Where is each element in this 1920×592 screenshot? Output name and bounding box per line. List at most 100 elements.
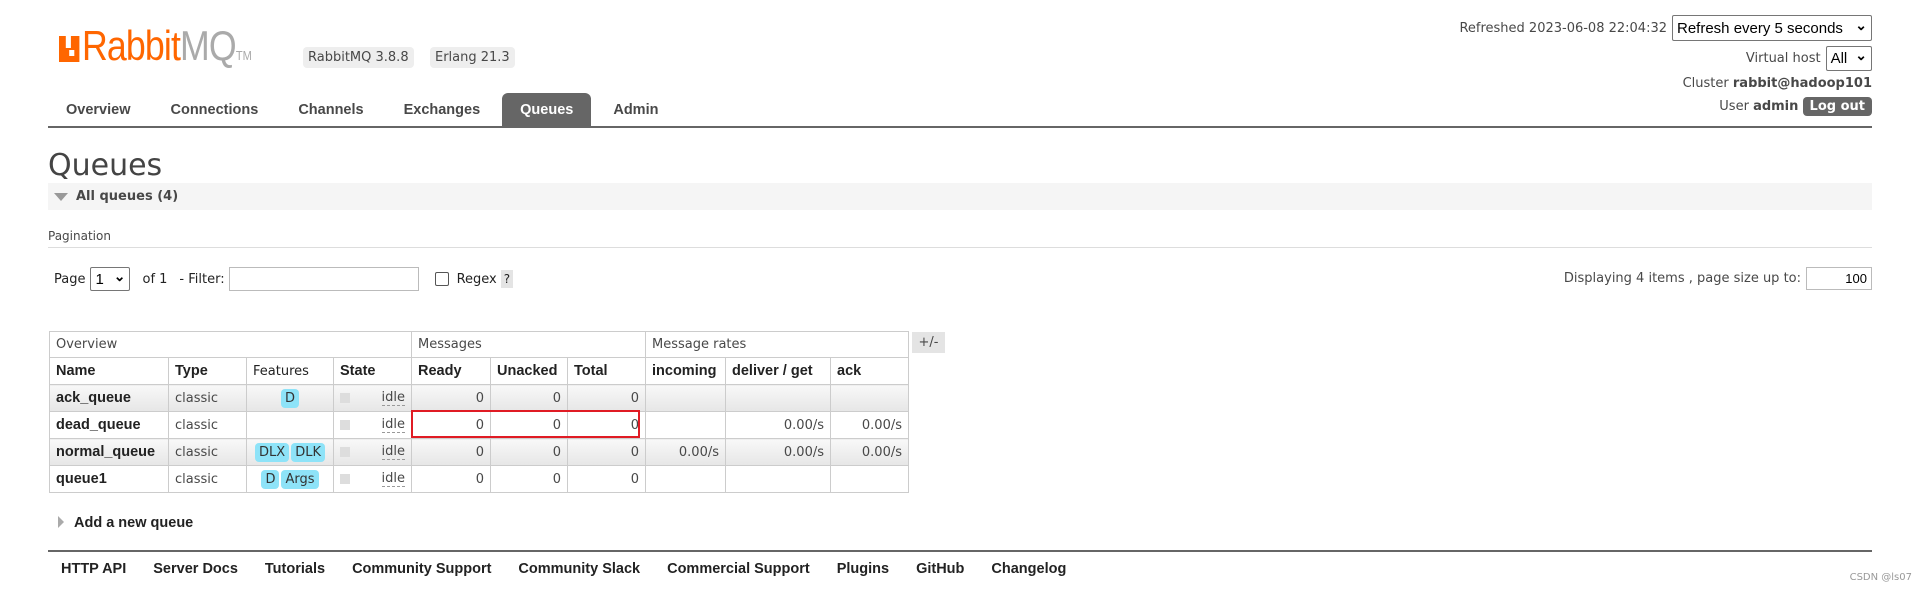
section-title: All queues (4) [76,189,179,204]
state-label: idle [381,390,405,406]
collapse-triangle-icon [54,193,68,201]
regex-checkbox[interactable] [434,272,449,286]
pagination-divider [48,247,1872,248]
queue-name-link[interactable]: queue1 [49,465,169,493]
add-queue-toggle[interactable]: Add a new queue [58,515,193,531]
footer-link[interactable]: Community Support [352,561,491,577]
queue-features [246,411,334,439]
total-count: 0 [567,465,646,493]
nav-divider [48,126,1872,128]
col-type[interactable]: Type [168,357,247,385]
unacked-count: 0 [490,465,568,493]
unacked-count: 0 [490,384,568,412]
regex-help-button[interactable]: ? [500,270,514,288]
state-label: idle [381,471,405,487]
state-indicator-icon [340,393,350,403]
all-queues-section-toggle[interactable]: All queues (4) [48,183,1872,210]
tab-queues[interactable]: Queues [502,93,592,126]
queue-type: classic [168,465,247,493]
table-row[interactable]: normal_queue classic DLX DLK idle 0 0 0 0… [49,438,909,466]
col-total[interactable]: Total [567,357,646,385]
col-name[interactable]: Name [49,357,169,385]
footer-link[interactable]: Plugins [837,561,889,577]
col-state[interactable]: State [333,357,412,385]
group-messages: Messages [411,331,646,358]
table-row[interactable]: ack_queue classic D idle 0 0 0 [49,384,909,412]
filter-label: - Filter: [179,271,225,287]
refresh-interval-select[interactable]: Refresh every 5 seconds [1672,15,1872,41]
col-ready[interactable]: Ready [411,357,491,385]
tab-connections[interactable]: Connections [153,93,277,126]
page-title: Queues [48,148,163,183]
group-message-rates: Message rates [645,331,909,358]
user-label: User [1719,99,1749,114]
footer-link[interactable]: Community Slack [518,561,640,577]
queue-name-link[interactable]: normal_queue [49,438,169,466]
footer-link[interactable]: Commercial Support [667,561,810,577]
state-indicator-icon [340,474,350,484]
logo-mq: MQ [180,22,237,69]
page-select-value: 1 [95,270,104,288]
queue-features: D Args [246,465,334,493]
total-count: 0 [567,384,646,412]
queue-name-link[interactable]: dead_queue [49,411,169,439]
virtual-host-label: Virtual host [1745,51,1821,66]
col-incoming[interactable]: incoming [645,357,726,385]
state-label: idle [381,417,405,433]
queue-state: idle [333,438,412,466]
col-deliver-get[interactable]: deliver / get [725,357,831,385]
rabbitmq-logo: RabbitMQTM [59,22,252,70]
footer-divider [48,550,1872,552]
deliver-get-rate [725,465,831,493]
ack-rate [830,465,909,493]
deliver-get-rate: 0.00/s [725,438,831,466]
feature-badge: DLK [291,442,325,462]
add-queue-label: Add a new queue [74,515,194,531]
page-size-input[interactable] [1806,267,1872,290]
state-indicator-icon [340,420,350,430]
erlang-badge: Erlang 21.3 [430,47,515,68]
virtual-host-select[interactable]: All [1825,46,1872,71]
ack-rate: 0.00/s [830,411,909,439]
col-ack[interactable]: ack [830,357,909,385]
tab-overview[interactable]: Overview [48,93,149,126]
queue-type: classic [168,438,247,466]
expand-triangle-icon [58,516,64,528]
queue-name-link[interactable]: ack_queue [49,384,169,412]
queue-state: idle [333,411,412,439]
page-select[interactable]: 1 [90,267,131,291]
table-row[interactable]: queue1 classic D Args idle 0 0 0 [49,465,909,493]
tab-admin[interactable]: Admin [595,93,676,126]
footer-link[interactable]: Server Docs [153,561,238,577]
ack-rate [830,384,909,412]
deliver-get-rate: 0.00/s [725,411,831,439]
queue-features: DLX DLK [246,438,334,466]
footer-link[interactable]: HTTP API [61,561,126,577]
footer-link[interactable]: GitHub [916,561,964,577]
refresh-interval-value: Refresh every 5 seconds [1677,19,1843,37]
regex-label: Regex [456,271,497,287]
watermark: CSDN @ls07 [1849,572,1912,583]
main-nav: Overview Connections Channels Exchanges … [48,93,680,126]
filter-input[interactable] [228,267,419,291]
incoming-rate: 0.00/s [645,438,726,466]
tab-channels[interactable]: Channels [280,93,381,126]
queue-features: D [246,384,334,412]
group-overview: Overview [49,331,412,358]
incoming-rate [645,465,726,493]
displaying-text: Displaying 4 items , page size up to: [1563,271,1801,286]
state-indicator-icon [340,447,350,457]
rabbit-logo-icon [59,36,80,62]
tab-exchanges[interactable]: Exchanges [386,93,499,126]
logout-button[interactable]: Log out [1802,97,1872,116]
highlight-box [411,410,640,438]
footer-link[interactable]: Tutorials [265,561,325,577]
cluster-label: Cluster [1682,76,1729,91]
col-unacked[interactable]: Unacked [490,357,568,385]
ready-count: 0 [411,465,491,493]
virtual-host-value: All [1830,50,1848,67]
state-label: idle [381,444,405,460]
columns-toggle-button[interactable]: +/- [912,332,945,353]
page-label: Page [54,271,86,287]
footer-link[interactable]: Changelog [991,561,1066,577]
